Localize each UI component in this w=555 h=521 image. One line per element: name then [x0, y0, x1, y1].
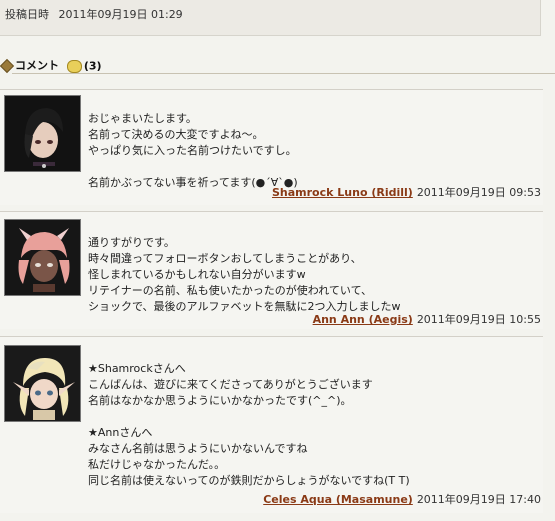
- comment-line: 通りすがりです。: [88, 236, 175, 249]
- comment-line: 同じ名前は使えないってのが鉄則だからしょうがないですね(T T): [88, 474, 410, 487]
- comment-line: 時々間違ってフォローボタンおしてしまうことがあり、: [88, 252, 362, 265]
- diamond-icon: [0, 58, 15, 74]
- comment-date: 2011年09月19日 09:53: [416, 186, 541, 199]
- comment-line: 名前はなかなか思うようにいかなかったです(^_^)。: [88, 394, 352, 407]
- comments-count: (3): [83, 59, 102, 73]
- comment-item: おじゃまいたします。名前って決めるの大変ですよね～。やっぱり気に入った名前つけた…: [0, 89, 543, 205]
- comment-line: みなさん名前は思うようにいかないんですね: [88, 442, 308, 455]
- comment-line: ★Annさんへ: [88, 426, 153, 439]
- author-link[interactable]: Shamrock Luno (Ridill): [272, 186, 413, 199]
- comment-line: 名前かぶってない事を祈ってます(●´∀`●): [88, 176, 298, 189]
- speech-bubble-icon: [66, 59, 82, 73]
- comment-line: 名前って決めるの大変ですよね～。: [88, 128, 264, 141]
- comment-line: こんばんは、遊びに来てくださってありがとうございます: [88, 378, 373, 391]
- comment-item: 通りすがりです。時々間違ってフォローボタンおしてしまうことがあり、 怪しまれている…: [0, 211, 543, 329]
- header-divider: [12, 73, 555, 80]
- comment-signature: Celes Aqua (Masamune) 2011年09月19日 17:40: [263, 491, 541, 507]
- author-link[interactable]: Ann Ann (Aegis): [313, 313, 413, 326]
- comment-line: ★Shamrockさんへ: [88, 362, 186, 375]
- comment-line: [88, 409, 410, 425]
- comment-line: [88, 159, 298, 175]
- avatar[interactable]: [4, 95, 81, 172]
- comment-signature: Shamrock Luno (Ridill) 2011年09月19日 09:53: [272, 184, 541, 200]
- comments-title: コメント: [15, 59, 59, 72]
- post-meta: 投稿日時 2011年09月19日 01:29: [0, 0, 541, 36]
- post-datetime-label: 投稿日時: [5, 8, 49, 21]
- comment-line: おじゃまいたします。: [88, 112, 197, 125]
- comment-body: おじゃまいたします。名前って決めるの大変ですよね～。やっぱり気に入った名前つけた…: [88, 95, 298, 223]
- comment-date: 2011年09月19日 17:40: [416, 493, 541, 506]
- comment-line: 私だけじゃなかったんだ。。: [88, 458, 226, 471]
- avatar[interactable]: [4, 345, 81, 422]
- comment-line: やっぱり気に入った名前つけたいですし。: [88, 144, 297, 157]
- post-datetime: 2011年09月19日 01:29: [58, 8, 183, 21]
- comment-body: 通りすがりです。時々間違ってフォローボタンおしてしまうことがあり、 怪しまれている…: [88, 219, 400, 347]
- author-link[interactable]: Celes Aqua (Masamune): [263, 493, 413, 506]
- comment-date: 2011年09月19日 10:55: [416, 313, 541, 326]
- comment-line: リテイナーの名前、私も使いたかったのが使われていて、: [88, 284, 373, 297]
- avatar[interactable]: [4, 219, 81, 296]
- comment-signature: Ann Ann (Aegis) 2011年09月19日 10:55: [313, 311, 541, 327]
- comment-item: ★Shamrockさんへこんばんは、遊びに来てくださってありがとうございます 名前…: [0, 336, 543, 513]
- comment-line: 怪しまれているかもしれない自分がいますw: [88, 268, 306, 281]
